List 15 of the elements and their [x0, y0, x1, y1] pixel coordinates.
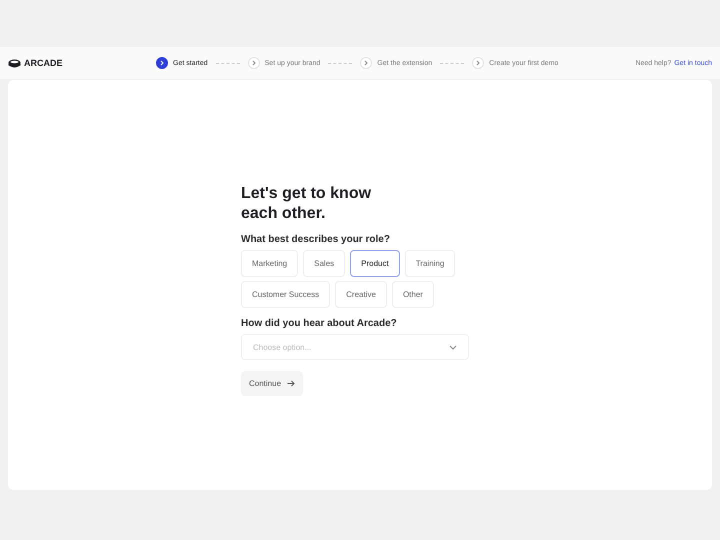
- role-question: What best describes your role?: [241, 234, 391, 245]
- role-option[interactable]: Customer Success: [241, 281, 330, 308]
- role-option[interactable]: Product: [350, 250, 400, 277]
- role-option[interactable]: Training: [404, 250, 456, 277]
- role-option[interactable]: Sales: [303, 250, 346, 277]
- logo-icon: [8, 58, 21, 68]
- source-question: How did you hear about Arcade?: [241, 318, 398, 329]
- chevron-down-icon: [449, 344, 457, 350]
- brand-name: ARCADE: [24, 58, 63, 68]
- role-option[interactable]: Creative: [335, 281, 387, 308]
- role-option[interactable]: Other: [392, 281, 434, 308]
- arrow-icon: [287, 380, 296, 387]
- role-option[interactable]: Marketing: [241, 250, 298, 277]
- form-title: Let's get to know each other.: [241, 184, 372, 224]
- continue-button[interactable]: Continue: [241, 371, 304, 396]
